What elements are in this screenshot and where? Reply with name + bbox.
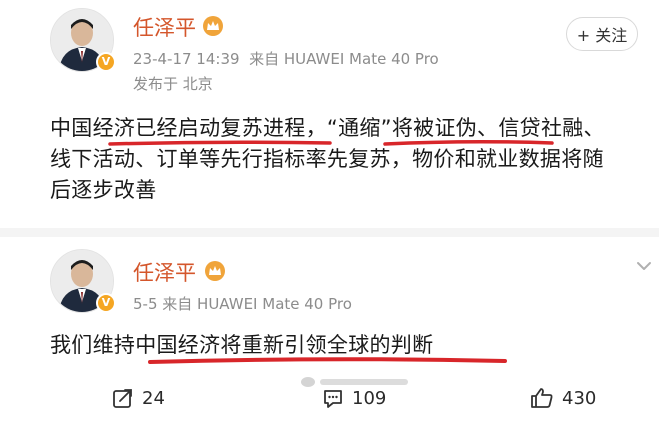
post-text: 我们维持中国经济将重新引领全球的判断: [50, 333, 434, 357]
post-timestamp: 5-5: [133, 295, 158, 313]
post-divider: [0, 228, 659, 237]
verified-badge-icon: V: [96, 293, 116, 313]
author-name[interactable]: 任泽平: [133, 257, 196, 287]
like-count: 430: [562, 387, 597, 409]
repost-button[interactable]: 24: [112, 387, 165, 409]
repost-count: 24: [142, 387, 165, 409]
post-source: 来自 HUAWEI Mate 40 Pro: [162, 295, 352, 313]
like-button[interactable]: 430: [530, 387, 596, 409]
comment-icon: [324, 390, 342, 408]
thumbs-up-icon: [531, 388, 553, 408]
comment-count: 109: [352, 387, 387, 409]
crown-badge-icon: [205, 261, 225, 281]
repost-icon: [113, 389, 132, 408]
comment-button[interactable]: 109: [322, 387, 386, 409]
chevron-down-icon[interactable]: [636, 261, 652, 271]
post-meta: 5-5 来自 HUAWEI Mate 40 Pro: [133, 293, 352, 314]
